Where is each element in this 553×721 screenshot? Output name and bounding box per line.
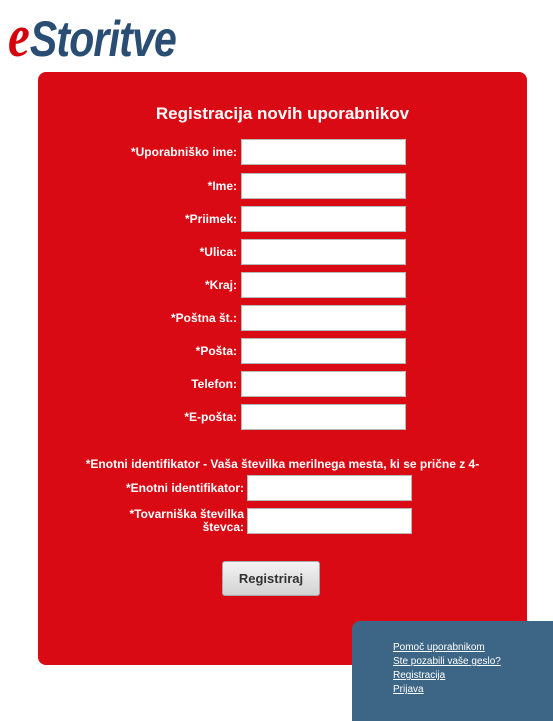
first-name-input[interactable] <box>241 173 406 199</box>
last-name-input[interactable] <box>241 206 406 232</box>
city-input[interactable] <box>241 272 406 298</box>
post-office-input[interactable] <box>241 338 406 364</box>
first-name-label: *Ime: <box>207 179 237 193</box>
last-name-label: *Priimek: <box>184 212 237 226</box>
username-input[interactable] <box>241 139 406 165</box>
meter-number-label: *Tovarniška številka števca: <box>38 508 244 534</box>
email-label: *E-pošta: <box>184 410 237 424</box>
identifier-input[interactable] <box>247 475 412 501</box>
forgot-password-link[interactable]: Ste pozabili vaše geslo? <box>393 656 501 668</box>
help-links-panel: Pomoč uporabnikom Ste pozabili vaše gesl… <box>352 621 553 721</box>
email-input[interactable] <box>241 404 406 430</box>
street-label: *Ulica: <box>199 245 237 259</box>
register-button[interactable]: Registriraj <box>222 561 320 596</box>
post-office-label: *Pošta: <box>195 344 237 358</box>
meter-number-label-line2: števca: <box>202 520 244 534</box>
identifier-label: *Enotni identifikator: <box>126 481 244 495</box>
user-help-link[interactable]: Pomoč uporabnikom <box>393 642 485 654</box>
phone-input[interactable] <box>241 371 406 397</box>
registration-panel: Registracija novih uporabnikov *Uporabni… <box>38 72 527 665</box>
estoritve-logo: eStoritve <box>8 3 177 69</box>
login-link[interactable]: Prijava <box>393 684 424 696</box>
phone-label: Telefon: <box>191 377 237 391</box>
logo-text: Storitve <box>29 11 177 67</box>
identifier-note: *Enotni identifikator - Vaša številka me… <box>85 457 480 471</box>
postal-code-input[interactable] <box>241 305 406 331</box>
postal-code-label: *Poštna št.: <box>170 311 237 325</box>
registration-link[interactable]: Registracija <box>393 670 445 682</box>
meter-number-input[interactable] <box>247 508 412 534</box>
city-label: *Kraj: <box>204 278 237 292</box>
username-label: *Uporabniško ime: <box>130 145 237 159</box>
meter-number-label-line1: *Tovarniška številka <box>129 507 244 521</box>
logo-prefix: e <box>8 3 30 69</box>
street-input[interactable] <box>241 239 406 265</box>
registration-title: Registracija novih uporabnikov <box>155 104 410 123</box>
